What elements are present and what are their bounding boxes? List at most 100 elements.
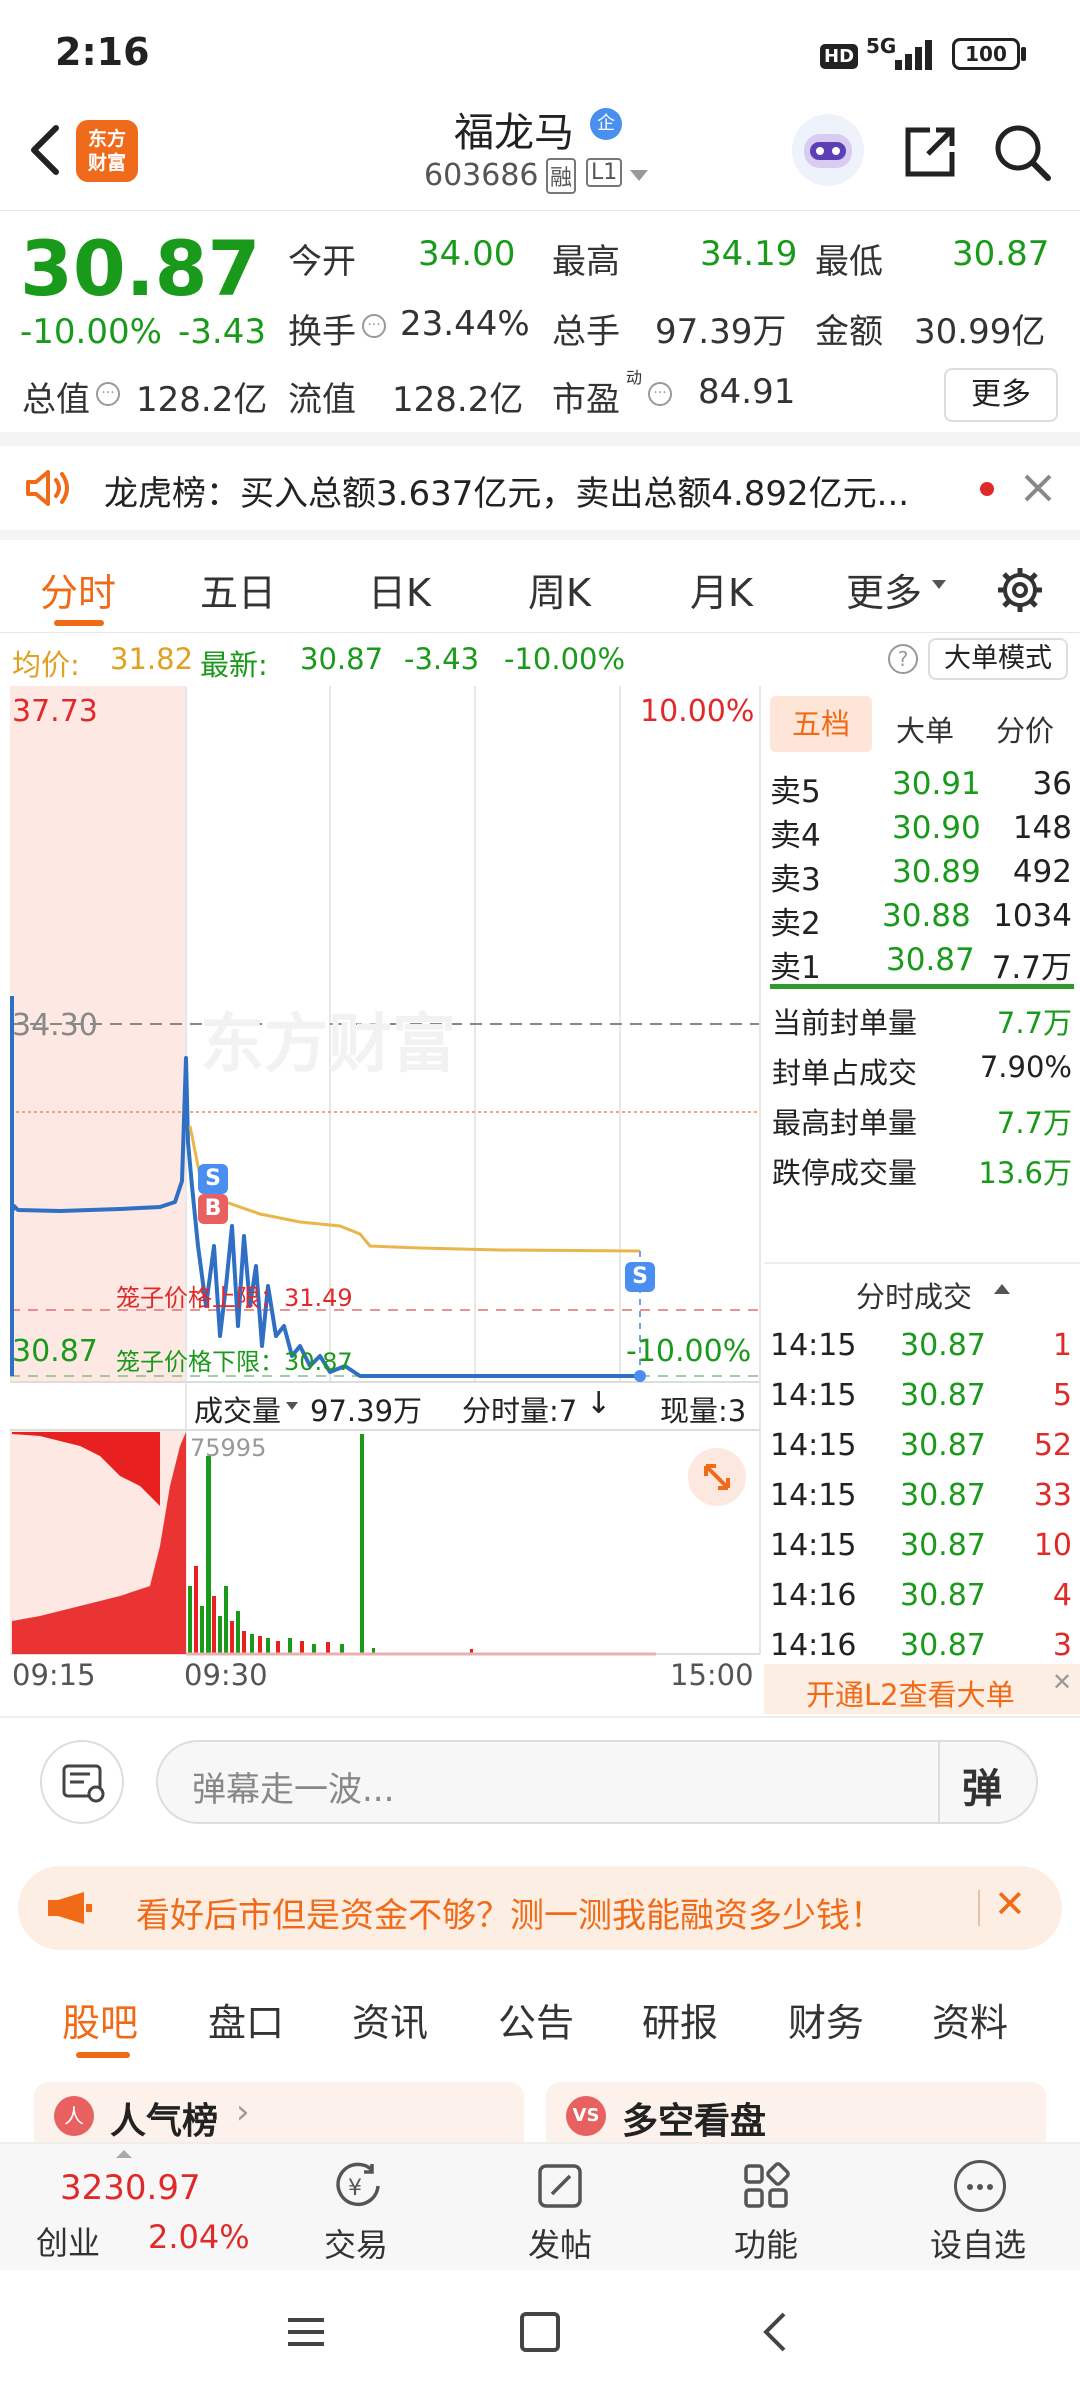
hd-icon: HD (820, 44, 859, 69)
tick-price: 30.87 (900, 1578, 986, 1613)
tick-vol: 52 (1033, 1428, 1072, 1463)
popularity-icon: 人 (54, 2096, 94, 2136)
tab-active-indicator (54, 620, 104, 626)
ask2-label: 卖2 (770, 906, 821, 942)
big-order-mode-button[interactable]: 大单模式 (928, 638, 1068, 680)
stock-title[interactable]: 福龙马 企 603686 融 L1 (420, 100, 660, 210)
enterprise-badge: 企 (590, 108, 622, 140)
pe-label: 市盈 (552, 380, 620, 420)
intraday-info-bar: 均价: 31.82 最新: 30.87 -3.43 -10.00% ? 大单模式 (0, 634, 1080, 684)
cage-lower-label: 笼子价格下限：30.87 (116, 1348, 353, 1376)
tab-five-day[interactable]: 五日 (200, 562, 276, 617)
share-icon[interactable] (900, 122, 960, 182)
tab-daily-k[interactable]: 日K (368, 562, 431, 617)
more-button[interactable]: 更多 (944, 368, 1058, 422)
y-axis-top: 37.73 (12, 694, 98, 729)
buy-marker-icon[interactable]: B (198, 1194, 228, 1224)
tick-price: 30.87 (900, 1478, 986, 1513)
pe-sup: 动 (626, 368, 643, 387)
orderbook-tab-big[interactable]: 大单 (896, 708, 954, 750)
tab-more-caret-icon (932, 580, 946, 589)
bull-bear-icon: VS (566, 2096, 606, 2136)
ask1-label: 卖1 (770, 950, 821, 986)
tab-financials[interactable]: 财务 (788, 1992, 864, 2047)
tick-time: 14:15 (770, 1328, 857, 1363)
tab-research[interactable]: 研报 (642, 1992, 718, 2047)
tab-intraday[interactable]: 分时 (40, 562, 116, 617)
app-logo[interactable]: 东方 财富 (76, 120, 138, 182)
tick-price: 30.87 (900, 1378, 986, 1413)
turnover-info-icon[interactable]: ··· (362, 314, 386, 338)
intraday-chart[interactable]: 东方财富 37.73 10.00% 34.30 30.87 -10.00% 笼子… (0, 686, 764, 1692)
ticks-sort-icon[interactable] (994, 1284, 1010, 1294)
popularity-card[interactable]: 人 人气榜 › (34, 2082, 524, 2142)
tab-weekly-k[interactable]: 周K (528, 562, 591, 617)
nav-watchlist[interactable]: 设自选 (900, 2144, 1060, 2272)
sell-marker-icon[interactable]: S (198, 1164, 228, 1194)
back-icon[interactable] (22, 120, 66, 180)
danmu-placeholder: 弹幕走一波... (192, 1770, 395, 1810)
tab-profile[interactable]: 资料 (932, 1992, 1008, 2047)
signal-icon (895, 38, 939, 70)
high-label: 最高 (552, 242, 620, 282)
danmu-send-button[interactable]: 弹 (962, 1756, 1002, 1814)
ad-close-icon[interactable]: ✕ (994, 1882, 1026, 1926)
system-back-icon[interactable] (756, 2310, 796, 2354)
chart-tabs: 分时 五日 日K 周K 月K 更多 (0, 540, 1080, 632)
nav-trade[interactable]: ¥ 交易 (300, 2144, 420, 2272)
search-icon[interactable] (990, 120, 1054, 184)
stock-name: 福龙马 (454, 110, 574, 156)
notice-close-icon[interactable] (1020, 470, 1056, 506)
danmu-input[interactable]: 弹幕走一波... 弹 (156, 1740, 1038, 1824)
tick-vol: 10 (1033, 1528, 1072, 1563)
popularity-chevron-icon: › (236, 2092, 250, 2132)
pe-info-icon[interactable]: ··· (648, 382, 672, 406)
financing-ad-banner[interactable]: 看好后市但是资金不够？测一测我能融资多少钱！ ✕ (18, 1866, 1062, 1950)
tab-news[interactable]: 资讯 (352, 1992, 428, 2047)
turnover-label: 换手 (288, 312, 356, 352)
dropdown-icon[interactable] (630, 170, 648, 181)
l2-banner[interactable]: 开通L2查看大单 ✕ (764, 1664, 1080, 1714)
battery-icon: 100 (952, 38, 1020, 70)
notice-text: 龙虎榜：买入总额3.637亿元，卖出总额4.892亿元... (104, 474, 910, 514)
sell-marker-late-icon[interactable]: S (625, 1262, 655, 1292)
latest-price: 30.87 (300, 642, 384, 676)
chart-settings-icon[interactable] (996, 566, 1044, 614)
tick-price: 30.87 (900, 1628, 986, 1663)
tab-more[interactable]: 更多 (846, 562, 922, 617)
current-volume: 现量:3 (660, 1394, 747, 1428)
orderbook-tab-price[interactable]: 分价 (996, 708, 1054, 750)
big-order-mode-label: 大单模式 (944, 643, 1052, 674)
expand-icon[interactable] (688, 1448, 746, 1506)
nav-post[interactable]: 发帖 (500, 2144, 620, 2272)
seal-current-value: 7.7万 (996, 1006, 1072, 1040)
l2-banner-close-icon[interactable]: ✕ (1052, 1668, 1072, 1696)
bull-bear-card[interactable]: VS 多空看盘 (546, 2082, 1046, 2142)
amount-label: 金额 (815, 312, 883, 352)
volume-selector[interactable]: 成交量 (194, 1388, 281, 1430)
robot-avatar[interactable] (792, 114, 864, 186)
volume-peak-label: 75995 (190, 1434, 267, 1462)
nav-functions[interactable]: 功能 (706, 2144, 826, 2272)
market-cap-info-icon[interactable]: ··· (96, 382, 120, 406)
limit-down-volume-value: 13.6万 (978, 1156, 1072, 1190)
orderbook-tab-five[interactable]: 五档 (770, 696, 872, 752)
home-icon[interactable] (520, 2312, 560, 2352)
tick-time: 14:15 (770, 1428, 857, 1463)
menu-icon[interactable] (286, 2312, 326, 2352)
tab-monthly-k[interactable]: 月K (690, 562, 753, 617)
tab-forum[interactable]: 股吧 (62, 1992, 138, 2047)
ask2-price: 30.88 (882, 898, 971, 934)
dragon-tiger-notice[interactable]: 龙虎榜：买入总额3.637亿元，卖出总额4.892亿元... (0, 446, 1080, 530)
low-label: 最低 (815, 242, 883, 282)
tab-announcements[interactable]: 公告 (498, 1992, 574, 2047)
status-time: 2:16 (55, 30, 150, 74)
network-label: 5G (866, 34, 897, 58)
ticks-header[interactable]: 分时成交 (856, 1274, 972, 1316)
help-icon[interactable]: ? (888, 644, 918, 674)
pct-axis-top: 10.00% (640, 694, 755, 729)
tab-orderflow[interactable]: 盘口 (208, 1992, 284, 2047)
danmu-settings-icon[interactable] (40, 1740, 124, 1824)
index-ticker[interactable]: 3230.97 创业 2.04% (0, 2144, 280, 2272)
tick-vol: 4 (1052, 1578, 1072, 1613)
